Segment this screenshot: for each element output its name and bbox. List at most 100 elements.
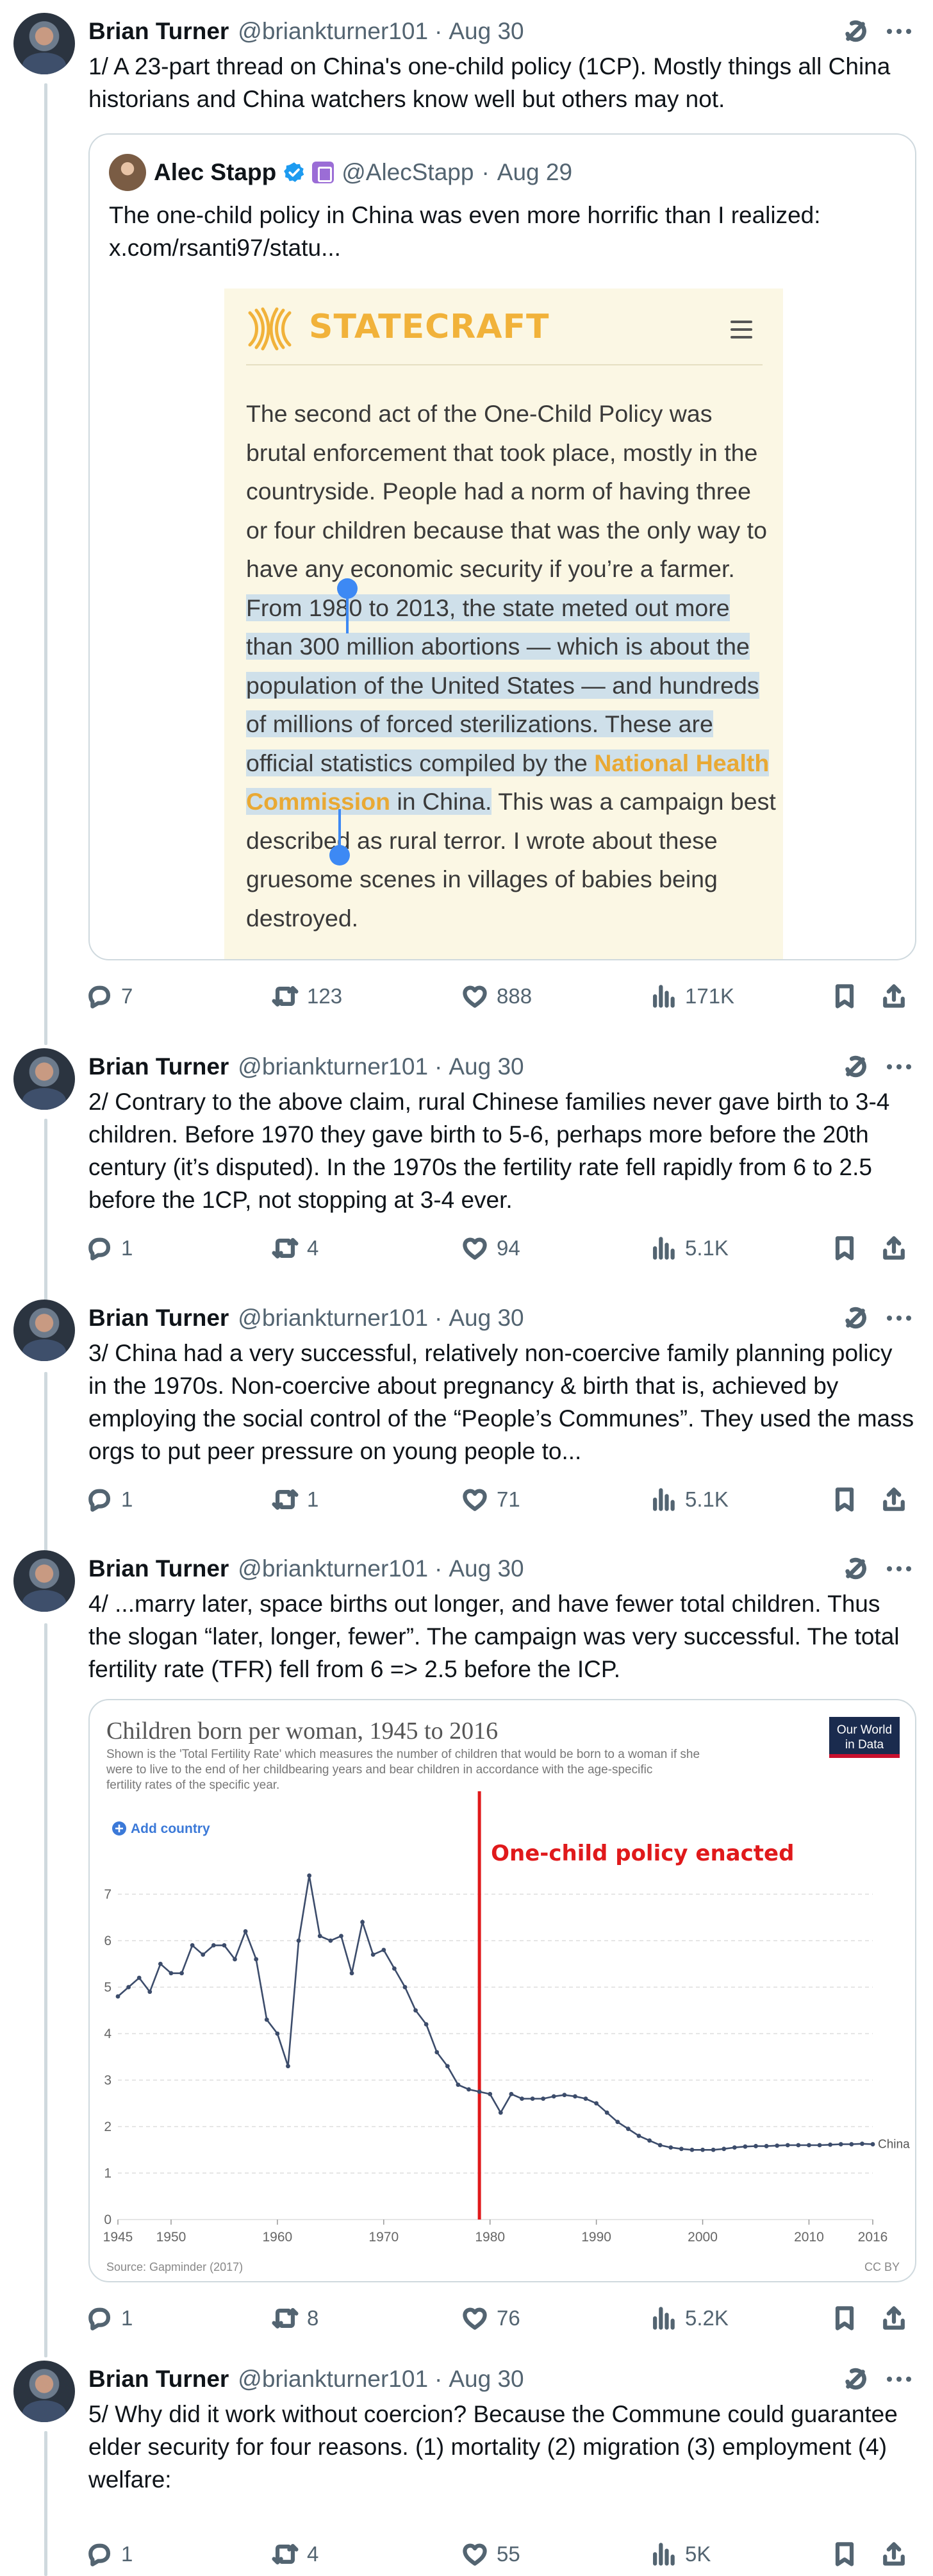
- retweet-count: 8: [307, 2306, 319, 2330]
- chart-subtitle-line: were to live to the end of her childbear…: [106, 1763, 652, 1777]
- quoted-tweet[interactable]: Alec Stapp @AlecStapp · Aug 29 The one-c…: [88, 133, 916, 960]
- data-point: [477, 2089, 482, 2095]
- tweet-text: 5/ Why did it work without coercion? Bec…: [88, 2401, 898, 2493]
- post-time[interactable]: Aug 29: [497, 159, 572, 186]
- bookmark-button[interactable]: [830, 1482, 866, 1518]
- grok-icon[interactable]: [841, 1554, 870, 1584]
- author-name[interactable]: Alec Stapp: [154, 159, 276, 186]
- y-tick-label: 7: [104, 1887, 111, 1902]
- post-time[interactable]: Aug 30: [449, 1305, 524, 1332]
- author-handle[interactable]: @AlecStapp: [342, 159, 474, 186]
- chart-subtitle-line: Shown is the 'Total Fertility Rate' whic…: [106, 1748, 700, 1761]
- avatar[interactable]: [109, 154, 146, 191]
- share-button[interactable]: [880, 2300, 916, 2336]
- bookmark-icon: [835, 1487, 854, 1512]
- share-button[interactable]: [880, 2536, 916, 2572]
- share-button[interactable]: [880, 1230, 916, 1266]
- avatar[interactable]: [13, 1048, 75, 1110]
- bookmark-button[interactable]: [830, 1230, 866, 1266]
- author-handle[interactable]: @briankturner101: [238, 1555, 428, 1582]
- heart-icon: [463, 1489, 487, 1511]
- avatar[interactable]: [13, 2361, 75, 2422]
- statecraft-wordmark: STATECRAFT: [309, 308, 550, 346]
- avatar[interactable]: [13, 1300, 75, 1361]
- views-button[interactable]: 5.1K: [649, 1482, 729, 1518]
- avatar[interactable]: [13, 13, 75, 74]
- reply-button[interactable]: 1: [85, 1230, 133, 1266]
- like-button[interactable]: 94: [461, 1230, 520, 1266]
- author-name[interactable]: Brian Turner: [88, 1555, 229, 1582]
- retweet-button[interactable]: 123: [271, 978, 342, 1014]
- retweet-icon: [272, 2544, 299, 2564]
- post-time[interactable]: Aug 30: [449, 1555, 524, 1582]
- chart-subtitle-line: fertility rates of the specific year.: [106, 1778, 279, 1792]
- grok-icon[interactable]: [841, 1303, 870, 1333]
- more-options-icon[interactable]: [883, 1554, 915, 1584]
- tweet[interactable]: Brian Turner @briankturner101 · Aug 30 3…: [0, 1287, 933, 1540]
- data-point: [764, 2144, 769, 2148]
- like-button[interactable]: 71: [461, 1482, 520, 1518]
- share-button[interactable]: [880, 978, 916, 1014]
- post-time[interactable]: Aug 30: [449, 2366, 524, 2393]
- retweet-button[interactable]: 8: [271, 2300, 318, 2336]
- data-point: [456, 2082, 461, 2087]
- tweet[interactable]: Brian Turner @briankturner101 · Aug 30 2…: [0, 1035, 933, 1289]
- bookmark-button[interactable]: [830, 978, 866, 1014]
- author-handle[interactable]: @briankturner101: [238, 1305, 428, 1332]
- tweet[interactable]: Brian Turner @briankturner101 · Aug 30 5…: [0, 2348, 933, 2576]
- bookmark-icon: [835, 984, 854, 1008]
- selection-start-handle: [337, 578, 358, 599]
- author-handle[interactable]: @briankturner101: [238, 2366, 428, 2393]
- like-button[interactable]: 55: [461, 2536, 520, 2572]
- bookmark-button[interactable]: [830, 2536, 866, 2572]
- data-point: [201, 1952, 206, 1957]
- chart-image[interactable]: Children born per woman, 1945 to 2016 Sh…: [88, 1699, 916, 2282]
- paragraph-text: The second act of the One-Child Policy w…: [246, 400, 767, 582]
- grok-icon[interactable]: [841, 2364, 870, 2394]
- reply-count: 1: [121, 1487, 133, 1511]
- views-button[interactable]: 5.1K: [649, 1230, 729, 1266]
- data-point: [413, 2008, 418, 2013]
- verified-badge-icon: [284, 162, 304, 182]
- like-button[interactable]: 76: [461, 2300, 520, 2336]
- like-button[interactable]: 888: [461, 978, 532, 1014]
- post-time[interactable]: Aug 30: [449, 18, 524, 45]
- views-button[interactable]: 5.2K: [649, 2300, 729, 2336]
- author-handle[interactable]: @briankturner101: [238, 1053, 428, 1080]
- retweet-button[interactable]: 4: [271, 2536, 318, 2572]
- data-point: [615, 2120, 620, 2125]
- grok-icon[interactable]: [841, 17, 870, 46]
- retweet-button[interactable]: 4: [271, 1230, 318, 1266]
- reply-button[interactable]: 1: [85, 1482, 133, 1518]
- avatar[interactable]: [13, 1550, 75, 1612]
- author-name[interactable]: Brian Turner: [88, 1305, 229, 1332]
- author-name[interactable]: Brian Turner: [88, 2366, 229, 2393]
- tweet[interactable]: Brian Turner @briankturner101 · Aug 30 1…: [0, 0, 933, 1039]
- data-point: [636, 2134, 641, 2138]
- more-options-icon[interactable]: [883, 2364, 915, 2394]
- author-name[interactable]: Brian Turner: [88, 18, 229, 45]
- more-options-icon[interactable]: [883, 1052, 915, 1082]
- reply-button[interactable]: 1: [85, 2536, 133, 2572]
- add-country-label[interactable]: Add country: [131, 1821, 210, 1836]
- author-name[interactable]: Brian Turner: [88, 1053, 229, 1080]
- share-button[interactable]: [880, 1482, 916, 1518]
- x-tick-label: 2010: [794, 2230, 824, 2245]
- post-time[interactable]: Aug 30: [449, 1053, 524, 1080]
- more-options-icon[interactable]: [883, 17, 915, 46]
- tweet-actions: 1 4 94 5.1K: [85, 1230, 918, 1266]
- views-button[interactable]: 5K: [649, 2536, 711, 2572]
- data-point: [509, 2091, 514, 2096]
- quoted-image[interactable]: STATECRAFT The second act of the One-Chi…: [224, 289, 783, 959]
- author-handle[interactable]: @briankturner101: [238, 18, 428, 45]
- bookmark-button[interactable]: [830, 2300, 866, 2336]
- more-options-icon[interactable]: [883, 1303, 915, 1333]
- grok-icon[interactable]: [841, 1052, 870, 1082]
- views-button[interactable]: 171K: [649, 978, 734, 1014]
- quoted-link[interactable]: x.com/rsanti97/statu...: [109, 231, 897, 264]
- reply-button[interactable]: 7: [85, 978, 133, 1014]
- add-country-button[interactable]: Add country: [112, 1821, 210, 1836]
- reply-button[interactable]: 1: [85, 2300, 133, 2336]
- retweet-button[interactable]: 1: [271, 1482, 318, 1518]
- data-point: [254, 1957, 259, 1962]
